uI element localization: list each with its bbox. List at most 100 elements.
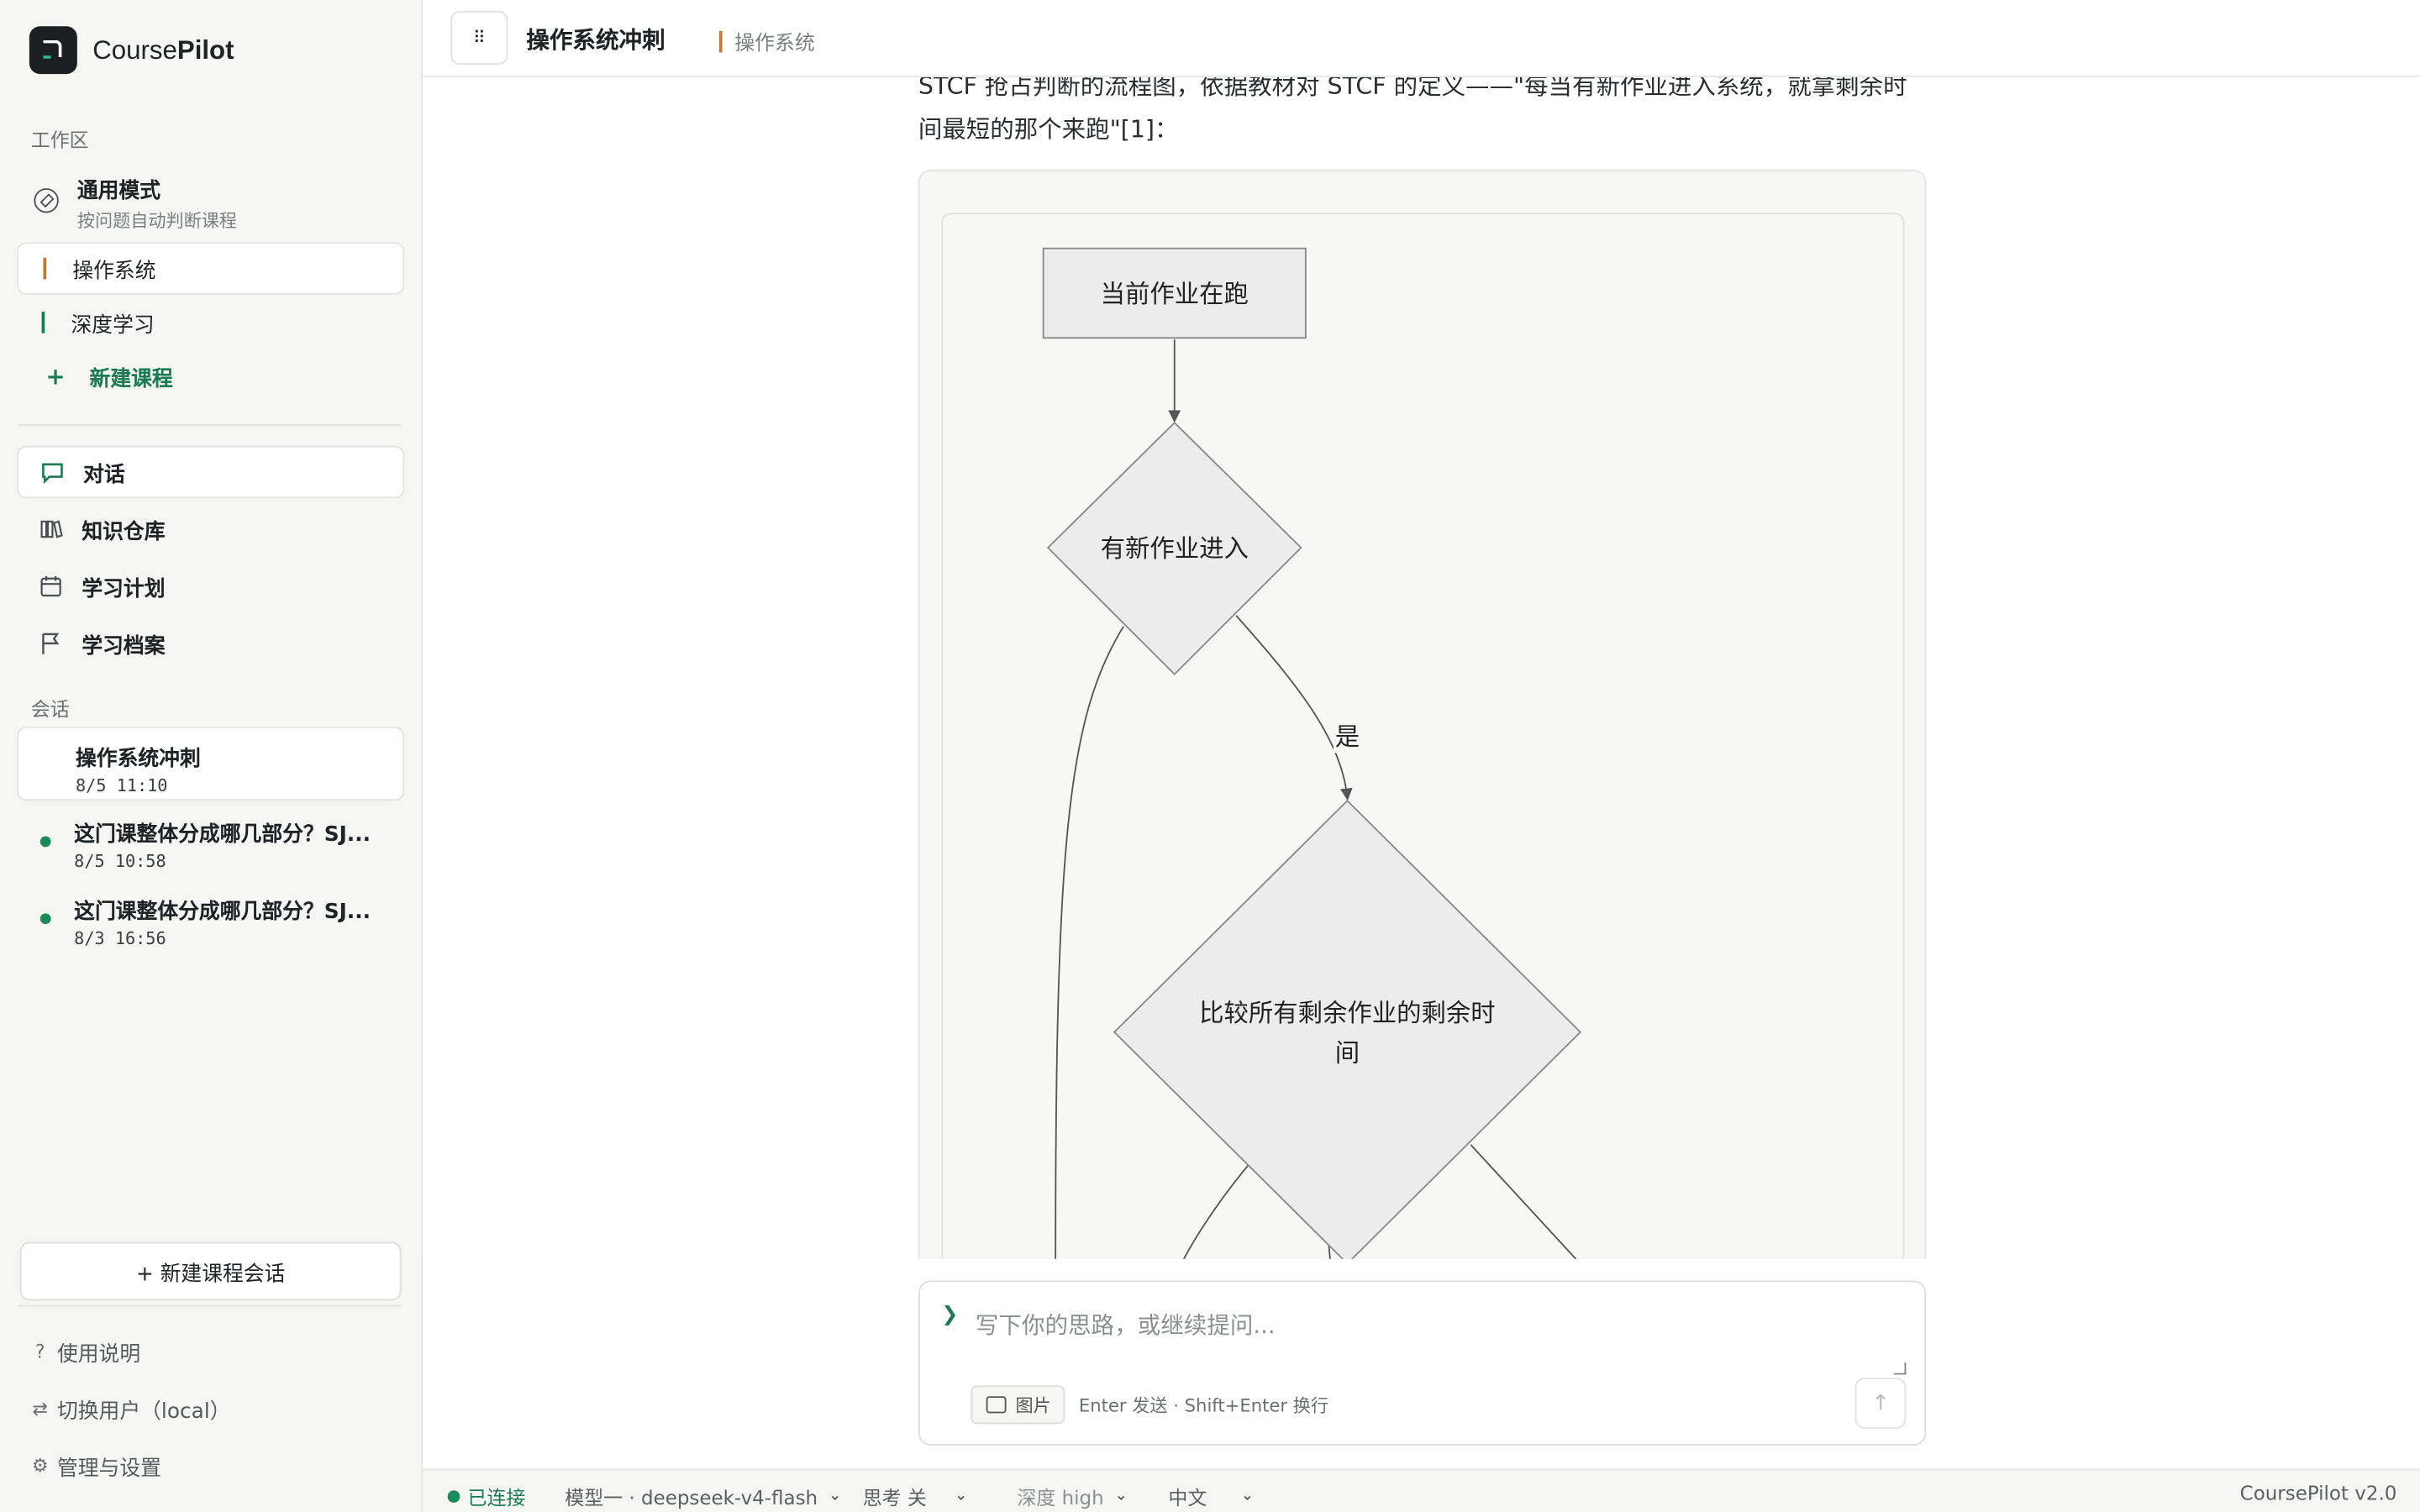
flow-compare-label-line1: 比较所有剩余作业的剩余时	[1199, 999, 1496, 1027]
resize-handle[interactable]	[1893, 1362, 1907, 1375]
course-color-bar	[43, 257, 47, 280]
chevron-down-icon: ⌄	[1240, 1487, 1255, 1504]
nav-label: 知识仓库	[82, 519, 166, 545]
nav-item-chat[interactable]: 对话	[17, 445, 405, 499]
flowchart-container: 当前作业在跑 有新作业进入 是 比较所有剩余作业的剩余时 间	[918, 170, 1927, 1259]
settings-label: 管理与设置	[56, 1456, 161, 1482]
connected-dot	[447, 1489, 460, 1503]
edge-yes	[1235, 615, 1353, 801]
switch-user-label: 切换用户（local）	[56, 1399, 231, 1425]
logo-icon	[29, 26, 77, 75]
flow-node-current-job-label: 当前作业在跑	[1101, 280, 1249, 308]
image-button-label: 图片	[1015, 1394, 1051, 1416]
switch-icon: ⇄	[32, 1398, 48, 1420]
nav-item-plan[interactable]: 学习计划	[17, 560, 404, 612]
thinking-select[interactable]: 思考 关 ⌄	[863, 1481, 968, 1510]
language-label: 中文	[1168, 1485, 1207, 1509]
course-label: 深度学习	[71, 312, 155, 339]
nav-label: 学习档案	[82, 633, 166, 659]
chevron-down-icon: ⌄	[1114, 1487, 1128, 1504]
sidebar-divider	[18, 424, 402, 426]
calendar-icon	[40, 576, 61, 597]
status-dot	[39, 913, 51, 925]
course-tag-label: 操作系统	[734, 32, 815, 56]
mode-title: 通用模式	[76, 179, 161, 204]
connection-status: 已连接	[447, 1481, 526, 1510]
nav-label: 学习计划	[82, 576, 166, 602]
sidebar-toggle-button[interactable]: ⠿	[450, 10, 508, 66]
session-date: 8/3 16:56	[74, 928, 166, 949]
settings-link[interactable]: ⚙ 管理与设置	[31, 1450, 161, 1481]
page-title: 操作系统冲刺	[526, 26, 666, 55]
flowchart: 当前作业在跑 有新作业进入 是 比较所有剩余作业的剩余时 间	[1042, 247, 1582, 1259]
chevron-right-icon: ❯	[941, 1304, 959, 1327]
new-session-button[interactable]: + 新建课程会话	[19, 1242, 402, 1301]
mode-subtitle: 按问题自动判断课程	[76, 209, 237, 232]
workspace-label: 工作区	[30, 128, 89, 151]
library-icon	[40, 520, 63, 538]
session-title: 这门课整体分成哪几部分？SJ...	[74, 899, 371, 925]
image-upload-button[interactable]: 图片	[971, 1385, 1065, 1425]
flow-compare-node	[1113, 799, 1582, 1259]
message-composer[interactable]: ❯ 写下你的思路，或继续提问... 图片 Enter 发送 · Shift+En…	[918, 1280, 1927, 1446]
edge-out-right	[1470, 1144, 1577, 1259]
sessions-label: 会话	[30, 697, 70, 721]
edge-out-left	[1182, 1164, 1249, 1259]
session-title: 这门课整体分成哪几部分？SJ...	[74, 822, 371, 848]
app-version: CoursePilot v2.0	[2239, 1481, 2397, 1504]
depth-label: 深度 high	[1017, 1485, 1104, 1509]
sidebar-divider	[18, 1305, 402, 1307]
edge-no	[1055, 626, 1124, 1259]
chevron-down-icon: ⌄	[954, 1487, 968, 1504]
nav-item-profile[interactable]: 学习档案	[17, 617, 404, 669]
app-root: CoursePilot 工作区 通用模式 按问题自动判断课程 操作系统 深度学习…	[0, 0, 2420, 1512]
session-date: 8/5 10:58	[74, 851, 166, 872]
session-item[interactable]: 这门课整体分成哪几部分？SJ... 8/5 10:58	[17, 804, 404, 878]
new-course-button[interactable]: + 新建课程	[17, 350, 404, 402]
model-select[interactable]: 模型一 · deepseek-v4-flash ⌄	[565, 1481, 841, 1510]
image-icon	[986, 1396, 1007, 1414]
general-mode-item[interactable]: 通用模式 按问题自动判断课程	[18, 164, 404, 234]
flowchart-frame: 当前作业在跑 有新作业进入 是 比较所有剩余作业的剩余时 间	[941, 213, 1905, 1259]
nav-item-library[interactable]: 知识仓库	[17, 503, 404, 555]
course-item-dl[interactable]: 深度学习	[17, 297, 404, 349]
flag-icon	[42, 633, 60, 654]
arrow-up-icon: ↑	[1871, 1390, 1890, 1416]
status-dot	[39, 836, 51, 848]
course-label: 操作系统	[72, 259, 156, 284]
chat-content: STCF 抢占判断的流程图，依据教材对 STCF 的定义——"每当有新作业进入系…	[423, 76, 2420, 1259]
help-icon: ?	[34, 1341, 45, 1362]
gear-icon: ⚙	[31, 1455, 49, 1477]
session-item[interactable]: 这门课整体分成哪几部分？SJ... 8/3 16:56	[17, 881, 404, 955]
new-course-label: 新建课程	[89, 367, 173, 392]
course-tag: 操作系统	[718, 26, 815, 56]
compass-icon	[34, 188, 59, 213]
status-bar: 已连接 模型一 · deepseek-v4-flash ⌄ 思考 关 ⌄ 深度 hi…	[423, 1468, 2420, 1512]
grid-icon: ⠿	[472, 28, 486, 48]
assistant-message-text: STCF 抢占判断的流程图，依据教材对 STCF 的定义——"每当有新作业进入系…	[918, 76, 1907, 144]
language-select[interactable]: 中文 ⌄	[1168, 1481, 1254, 1510]
keyboard-hint: Enter 发送 · Shift+Enter 换行	[1078, 1394, 1329, 1417]
plus-icon: +	[45, 362, 66, 391]
connection-label: 已连接	[467, 1485, 526, 1509]
course-color-bar	[718, 29, 723, 52]
session-title: 操作系统冲刺	[75, 746, 201, 772]
help-link[interactable]: ? 使用说明	[31, 1336, 140, 1367]
depth-select[interactable]: 深度 high ⌄	[1017, 1481, 1128, 1510]
session-date: 8/5 11:10	[75, 775, 168, 796]
model-label: 模型一 · deepseek-v4-flash	[565, 1485, 818, 1509]
chat-icon	[42, 463, 63, 485]
switch-user-link[interactable]: ⇄ 切换用户（local）	[31, 1394, 231, 1425]
sidebar: CoursePilot 工作区 通用模式 按问题自动判断课程 操作系统 深度学习…	[0, 0, 424, 1512]
message-input[interactable]: 写下你的思路，或继续提问...	[976, 1309, 1276, 1341]
top-header: ⠿ 操作系统冲刺 操作系统	[423, 0, 2420, 77]
thinking-label: 思考 关	[862, 1485, 927, 1509]
send-button[interactable]: ↑	[1854, 1378, 1907, 1429]
flow-compare-label-line2: 间	[1335, 1039, 1360, 1068]
brand-name: CoursePilot	[92, 34, 234, 65]
session-item[interactable]: 操作系统冲刺 8/5 11:10	[17, 727, 405, 801]
chevron-down-icon: ⌄	[828, 1487, 842, 1504]
edge-yes-label: 是	[1335, 722, 1360, 751]
brand[interactable]: CoursePilot	[29, 26, 234, 75]
course-item-os[interactable]: 操作系统	[17, 242, 405, 295]
